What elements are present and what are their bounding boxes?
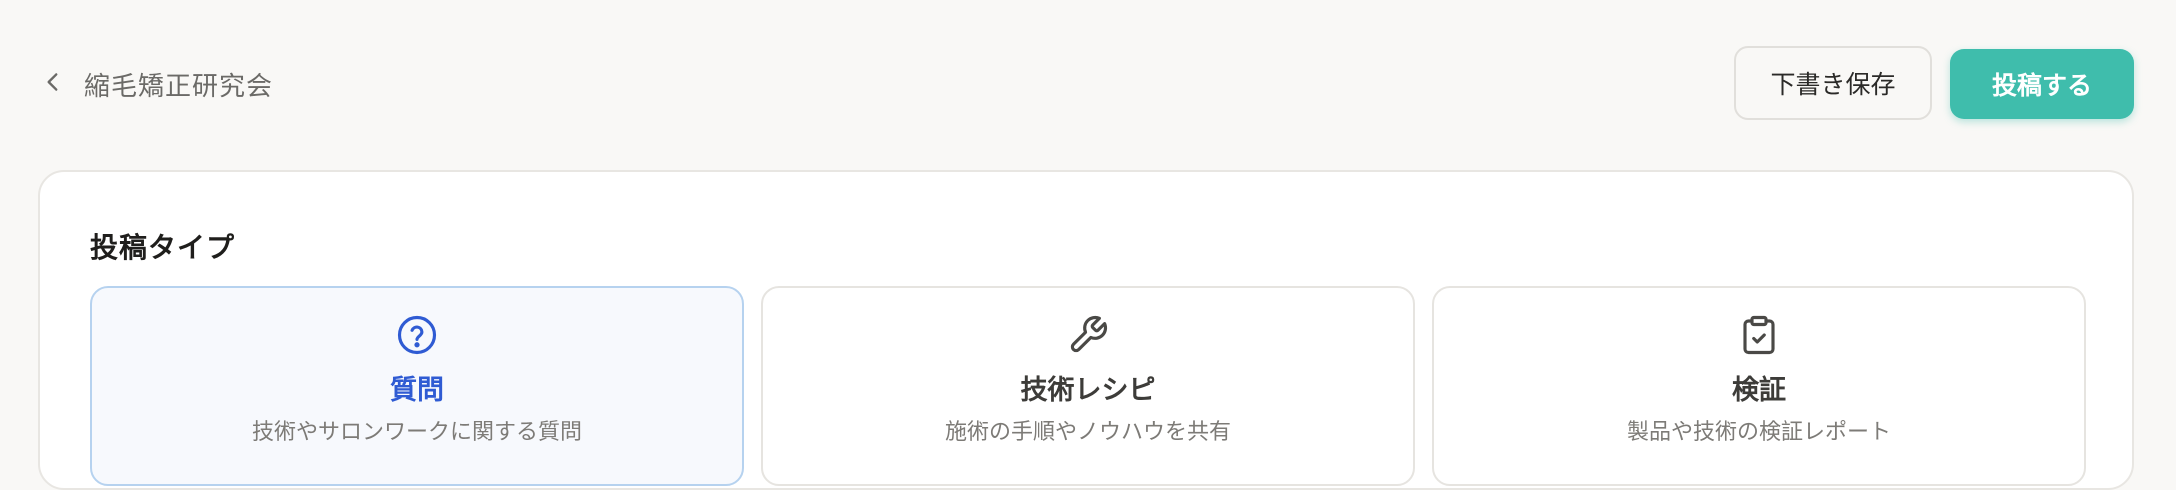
question-circle-icon [396, 314, 438, 356]
save-draft-button[interactable]: 下書き保存 [1734, 46, 1932, 120]
post-type-question[interactable]: 質問 技術やサロンワークに関する質問 [90, 286, 744, 486]
wrench-icon [1067, 314, 1109, 356]
top-bar: 縮毛矯正研究会 下書き保存 投稿する [0, 0, 2176, 166]
post-type-description: 施術の手順やノウハウを共有 [944, 420, 1231, 445]
post-type-title: 技術レシピ [1020, 375, 1156, 406]
post-form-card: 投稿タイプ 質問 技術やサロンワークに関する質問 技術レシピ 施術の手順やノウハ… [38, 170, 2134, 490]
post-type-recipe[interactable]: 技術レシピ 施術の手順やノウハウを共有 [761, 286, 1415, 486]
post-type-description: 製品や技術の検証レポート [1626, 420, 1891, 445]
post-type-verification[interactable]: 検証 製品や技術の検証レポート [1432, 286, 2086, 486]
post-type-title: 質問 [390, 375, 444, 406]
post-type-description: 技術やサロンワークに関する質問 [251, 420, 582, 445]
submit-post-button[interactable]: 投稿する [1950, 49, 2134, 119]
community-name: 縮毛矯正研究会 [84, 71, 274, 102]
chevron-left-icon [40, 69, 66, 99]
post-type-heading: 投稿タイプ [90, 231, 236, 264]
clipboard-check-icon [1738, 314, 1780, 356]
post-type-title: 検証 [1732, 375, 1786, 406]
back-link[interactable]: 縮毛矯正研究会 [40, 64, 273, 104]
